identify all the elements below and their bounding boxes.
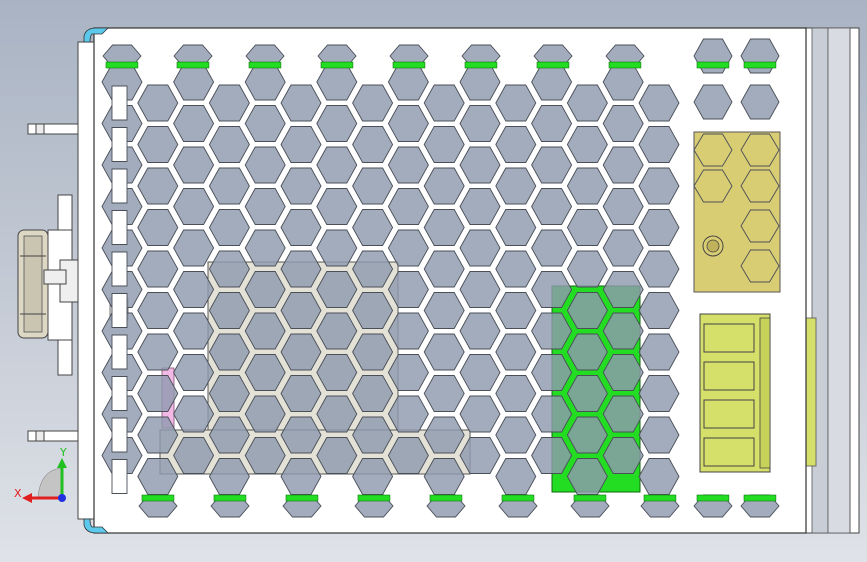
vent-slot-left-edge — [111, 251, 128, 287]
green-cap-bottom — [696, 494, 730, 502]
vent-slot-left-edge — [111, 127, 128, 162]
vent-slot-left-edge — [111, 417, 128, 453]
green-cap-top — [320, 61, 354, 69]
vent-slot-left-edge — [111, 210, 128, 245]
green-cap-bottom — [643, 494, 677, 502]
z-axis-dot — [58, 494, 66, 502]
green-cap-top — [608, 61, 642, 69]
terminal-block — [699, 313, 771, 473]
y-axis-label: Y — [59, 446, 67, 459]
green-cap-top — [696, 61, 730, 69]
green-cap-top — [248, 61, 282, 69]
vent-slot-left-edge — [111, 293, 128, 328]
green-cap-top — [464, 61, 498, 69]
green-cap-bottom — [573, 494, 607, 502]
green-cap-top — [105, 61, 139, 69]
coordinate-triad: X Y — [14, 446, 67, 503]
green-cap-top — [392, 61, 426, 69]
green-cap-top — [536, 61, 570, 69]
green-cap-bottom — [357, 494, 391, 502]
vent-slot-left-edge — [111, 334, 128, 370]
side-rail — [805, 27, 860, 534]
green-cap-bottom — [501, 494, 535, 502]
green-cap-bottom — [141, 494, 175, 502]
green-cap-bottom — [213, 494, 247, 502]
vent-slot-left-edge — [111, 376, 128, 411]
green-cap-top — [743, 61, 777, 69]
vent-slot-left-edge — [111, 85, 128, 121]
green-cap-bottom — [285, 494, 319, 502]
x-axis-label: X — [14, 487, 22, 500]
vent-slot-left-edge — [111, 459, 128, 494]
green-cap-bottom — [429, 494, 463, 502]
left-bracket — [17, 41, 95, 520]
vent-slot-left-edge — [111, 168, 128, 204]
green-cap-bottom — [743, 494, 777, 502]
green-cap-top — [176, 61, 210, 69]
screw — [702, 235, 724, 257]
cad-viewport[interactable]: X Y — [0, 0, 867, 562]
